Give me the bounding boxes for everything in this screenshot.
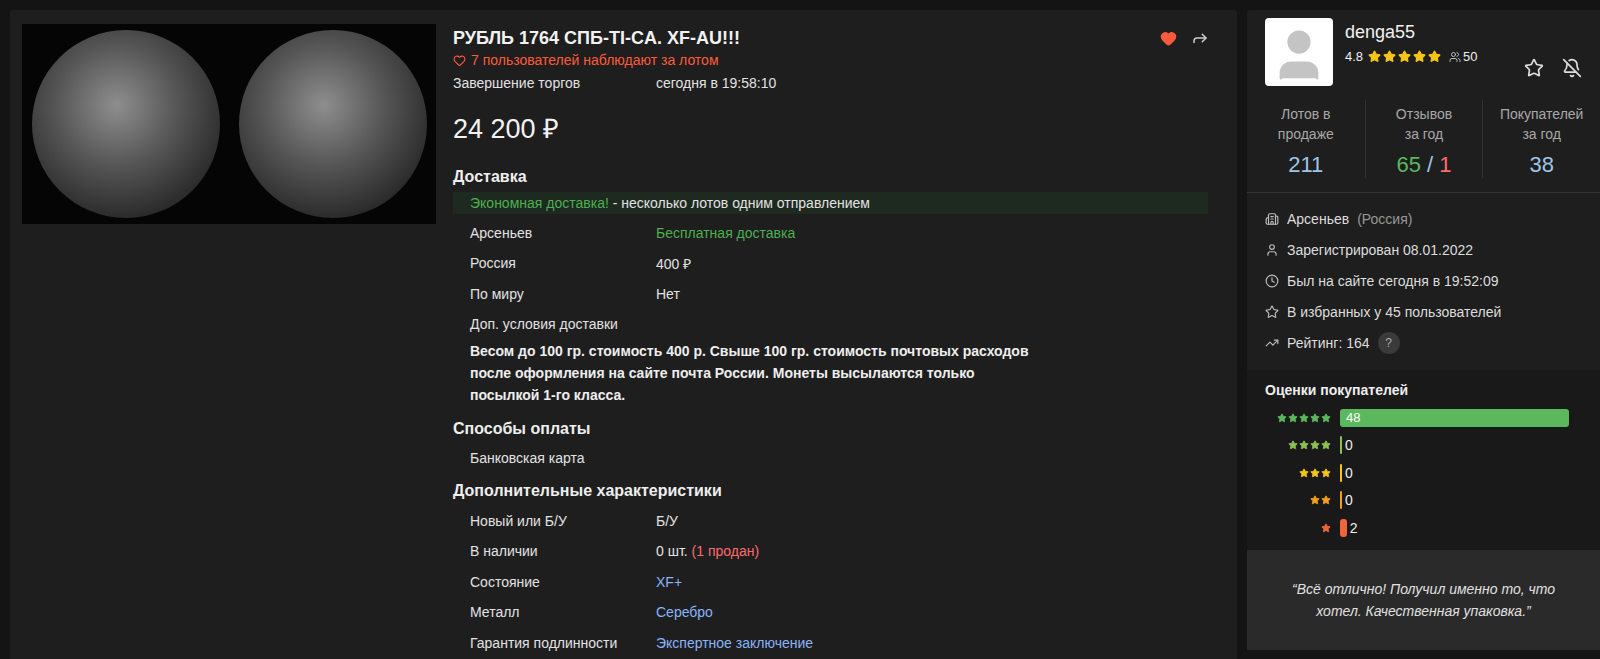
avatar-person-icon [1268, 24, 1330, 86]
rating-bar: 0 [1340, 464, 1569, 482]
delivery-row: По мируНет [453, 279, 1225, 310]
spec-value[interactable]: Экспертное заключение [656, 635, 813, 651]
spec-row: В наличии0 шт. (1 продан) [453, 536, 1225, 567]
star-icon [1288, 413, 1298, 423]
lot-actions [1160, 29, 1209, 47]
watchers: 7 пользователей наблюдают за лотом [453, 52, 1225, 68]
seller-name-block: denga55 4.850 [1345, 18, 1512, 86]
spec-value[interactable]: Серебро [656, 604, 713, 620]
rating-row: 0 [1265, 459, 1569, 487]
seller-stats: Лотов впродаже211Отзывовза год65 / 1Поку… [1247, 100, 1600, 193]
chart-icon [1265, 336, 1279, 350]
rating-bar: 0 [1340, 436, 1569, 454]
seller-info-item: Зарегистрирован 08.01.2022 [1265, 234, 1582, 265]
star-icon [1299, 440, 1309, 450]
star-icon [1428, 50, 1441, 63]
star-icon [1413, 50, 1426, 63]
spec-value[interactable]: XF+ [656, 574, 682, 590]
delivery-extra-text: Весом до 100 гр. стоимость 400 р. Свыше … [470, 340, 1035, 406]
seller-info: Арсеньев(Россия)Зарегистрирован 08.01.20… [1247, 193, 1600, 370]
lot-details: РУБЛЬ 1764 СПБ-TI-CA. XF-AU!!! 7 пользова… [453, 24, 1225, 659]
spec-row: СостояниеXF+ [453, 567, 1225, 598]
star-icon [1321, 523, 1331, 533]
person-icon [1265, 243, 1279, 257]
star-icon [1368, 50, 1381, 63]
rating-bar: 48 [1340, 409, 1569, 427]
stat: Лотов впродаже211 [1247, 100, 1365, 178]
seller-head: denga55 4.850 [1247, 10, 1600, 86]
delivery-heading: Доставка [453, 166, 1225, 188]
star-icon [1310, 495, 1320, 505]
spec-value: 0 шт. [656, 543, 688, 559]
seller-info-item: В избранных у 45 пользователей [1265, 296, 1582, 327]
delivery-extra-label: Доп. условия доставки [453, 309, 1225, 340]
stat: Покупателейза год38 [1482, 100, 1600, 178]
payment-heading: Способы оплаты [453, 418, 1225, 440]
heart-outline-icon [453, 54, 466, 67]
coin-obverse [32, 30, 220, 218]
star-icon [1321, 440, 1331, 450]
lot-card: РУБЛЬ 1764 СПБ-TI-CA. XF-AU!!! 7 пользова… [10, 10, 1237, 659]
rating-row: 0 [1265, 432, 1569, 460]
rating-row: 0 [1265, 487, 1569, 515]
favorite-star-icon[interactable] [1524, 58, 1544, 78]
lot-title: РУБЛЬ 1764 СПБ-TI-CA. XF-AU!!! [453, 26, 740, 50]
coin-reverse [239, 30, 427, 218]
buyer-ratings: Оценки покупателей480002 [1247, 370, 1600, 550]
star-icon [1299, 468, 1309, 478]
followers-icon [1449, 51, 1461, 63]
star-icon [1277, 413, 1287, 423]
star-icon [1310, 468, 1320, 478]
star-icon [1398, 50, 1411, 63]
help-badge[interactable]: ? [1378, 332, 1400, 354]
star-icon [1310, 413, 1320, 423]
seller-name[interactable]: denga55 [1345, 22, 1512, 43]
heart-icon[interactable] [1160, 30, 1177, 47]
title-row: РУБЛЬ 1764 СПБ-TI-CA. XF-AU!!! [453, 26, 1225, 50]
clock-icon [1265, 274, 1279, 288]
seller-panel: denga55 4.850 Лотов впродаже211Отзывовза г… [1247, 10, 1600, 650]
spec-row: Новый или Б/УБ/У [453, 506, 1225, 537]
star-icon [1321, 468, 1331, 478]
specs-heading: Дополнительные характеристики [453, 480, 1225, 502]
seller-rating: 4.850 [1345, 49, 1512, 64]
payment-method: Банковская карта [453, 444, 1225, 472]
seller-info-item: Рейтинг: 164? [1265, 327, 1582, 358]
stat: Отзывовза год65 / 1 [1365, 100, 1483, 178]
delivery-row: Россия400 ₽ [453, 248, 1225, 279]
star-icon [1383, 50, 1396, 63]
rating-bar: 2 [1340, 519, 1569, 537]
spec-row: Гарантия подлинностиЭкспертное заключени… [453, 628, 1225, 659]
rating-row: 48 [1265, 404, 1569, 432]
star-icon [1265, 305, 1279, 319]
review-quote: “Всё отлично! Получил именно то, что хот… [1247, 550, 1600, 650]
bell-off-icon[interactable] [1562, 58, 1582, 78]
star-icon [1299, 413, 1309, 423]
page: РУБЛЬ 1764 СПБ-TI-CA. XF-AU!!! 7 пользова… [0, 0, 1600, 659]
rating-bar: 0 [1340, 491, 1569, 509]
end-row: Завершение торговсегодня в 19:58:10 [453, 68, 1225, 99]
seller-info-item: Арсеньев(Россия) [1265, 203, 1582, 234]
seller-info-item: Был на сайте сегодня в 19:52:09 [1265, 265, 1582, 296]
delivery-row: АрсеньевБесплатная доставка [453, 218, 1225, 249]
share-icon[interactable] [1191, 29, 1209, 47]
avatar[interactable] [1265, 18, 1333, 86]
promo-bar: Экономная доставка! - несколько лотов од… [453, 192, 1208, 214]
star-icon [1310, 440, 1320, 450]
building-icon [1265, 212, 1279, 226]
seller-actions [1524, 18, 1582, 86]
star-icon [1321, 495, 1331, 505]
price: 24 200 ₽ [453, 109, 1225, 146]
rating-row: 2 [1265, 514, 1569, 542]
star-icon [1288, 440, 1298, 450]
coin-photo[interactable] [22, 24, 436, 224]
star-icon [1321, 413, 1331, 423]
spec-value: Б/У [656, 513, 678, 529]
spec-row: МеталлСеребро [453, 597, 1225, 628]
